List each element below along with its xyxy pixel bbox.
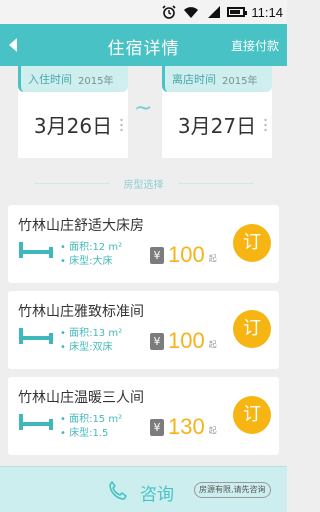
price-value: 130 <box>168 414 205 439</box>
more-dots-icon <box>264 118 267 132</box>
room-specs: 面积:15 m² 床型:1.5 <box>60 413 122 441</box>
book-button[interactable]: 订 <box>233 224 271 262</box>
status-bar: 11:14 <box>0 0 287 24</box>
checkout-tab: 离店时间 2015年 <box>162 66 272 92</box>
bed-icon <box>19 242 53 258</box>
book-button[interactable]: 订 <box>233 396 271 434</box>
bed-icon <box>19 414 53 430</box>
room-bed-type: 床型:双床 <box>60 341 122 355</box>
room-area: 面积:15 m² <box>60 413 122 427</box>
room-area: 面积:13 m² <box>60 327 122 341</box>
room-name: 竹林山庄温暖三人间 <box>18 390 144 406</box>
date-separator: ~ <box>134 96 153 121</box>
battery-icon <box>227 7 248 17</box>
consult-button[interactable]: 咨询 <box>140 480 174 505</box>
yen-icon: ¥ <box>150 247 164 264</box>
room-card[interactable]: 竹林山庄温暖三人间 面积:15 m² 床型:1.5 ¥ 130 起 订 <box>8 377 279 455</box>
room-price: ¥ 130 起 <box>150 415 217 439</box>
room-type-section-label: 房型选择 <box>0 175 287 191</box>
status-time: 11:14 <box>251 4 283 20</box>
wifi-icon <box>184 7 199 18</box>
checkin-year: 2015年 <box>78 75 114 87</box>
yen-icon: ¥ <box>150 419 164 436</box>
room-area: 面积:12 m² <box>60 241 122 255</box>
bottom-bar: 咨询 房源有限,请先咨询 <box>0 466 287 512</box>
room-price: ¥ 100 起 <box>150 329 217 353</box>
checkout-label: 离店时间 <box>172 73 216 86</box>
price-value: 100 <box>168 242 205 267</box>
price-unit: 起 <box>208 340 217 349</box>
room-name: 竹林山庄雅致标准间 <box>18 304 144 320</box>
bed-icon <box>19 328 53 344</box>
book-button[interactable]: 订 <box>233 310 271 348</box>
room-bed-type: 床型:大床 <box>60 255 122 269</box>
header-bar: 住宿详情 直接付款 <box>0 24 287 66</box>
signal-icon <box>208 6 221 18</box>
checkout-date-card[interactable]: 离店时间 2015年 3月27日 <box>162 66 272 158</box>
price-unit: 起 <box>208 426 217 435</box>
checkout-year: 2015年 <box>222 75 258 87</box>
yen-icon: ¥ <box>150 333 164 350</box>
more-dots-icon <box>120 118 123 132</box>
room-specs: 面积:12 m² 床型:大床 <box>60 241 122 269</box>
direct-pay-button[interactable]: 直接付款 <box>231 37 279 54</box>
price-unit: 起 <box>208 254 217 263</box>
checkin-date: 3月26日 <box>33 114 113 138</box>
checkin-tab: 入住时间 2015年 <box>18 66 128 92</box>
checkout-date: 3月27日 <box>177 114 257 138</box>
room-specs: 面积:13 m² 床型:双床 <box>60 327 122 355</box>
phone-icon[interactable] <box>106 479 130 503</box>
checkin-label: 入住时间 <box>28 73 72 86</box>
divider <box>178 183 254 184</box>
room-bed-type: 床型:1.5 <box>60 427 122 441</box>
room-card[interactable]: 竹林山庄雅致标准间 面积:13 m² 床型:双床 ¥ 100 起 订 <box>8 291 279 369</box>
room-name: 竹林山庄舒适大床房 <box>18 218 144 234</box>
room-card[interactable]: 竹林山庄舒适大床房 面积:12 m² 床型:大床 ¥ 100 起 订 <box>8 205 279 283</box>
alarm-icon <box>162 5 176 19</box>
price-value: 100 <box>168 328 205 353</box>
checkin-date-card[interactable]: 入住时间 2015年 3月26日 <box>18 66 128 158</box>
limited-rooms-notice: 房源有限,请先咨询 <box>194 482 271 498</box>
room-price: ¥ 100 起 <box>150 243 217 267</box>
